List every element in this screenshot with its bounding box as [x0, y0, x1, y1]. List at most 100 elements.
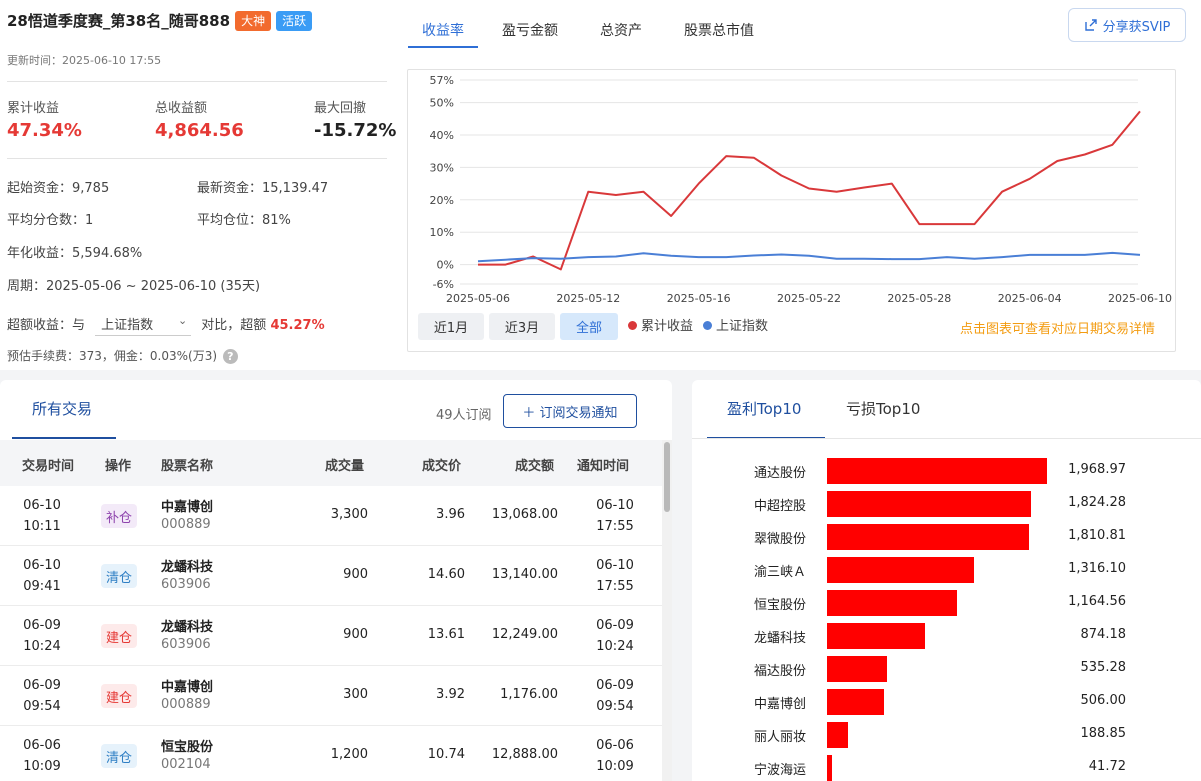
col-operation: 操作	[105, 459, 132, 474]
top10-row[interactable]: 渝三峡Ａ 1,316.10	[692, 557, 1201, 583]
stock-cell[interactable]: 龙蟠科技 603906	[161, 616, 213, 652]
legend-label: 累计收益	[641, 319, 694, 334]
table-scrollbar[interactable]	[662, 440, 672, 781]
table-row[interactable]: 06-06 10:09 清仓 恒宝股份 002104 1,200 10.74 12,888.0…	[0, 726, 662, 781]
trade-clock: 09:41	[23, 579, 61, 594]
notify-time: 06-10 17:55	[593, 555, 637, 597]
stock-cell[interactable]: 恒宝股份 002104	[161, 736, 213, 772]
volume: 1,200	[330, 747, 368, 762]
share-icon	[1084, 19, 1097, 31]
range-1m-button[interactable]: 近1月	[418, 313, 484, 340]
amount: 13,068.00	[491, 507, 558, 522]
scrollbar-thumb[interactable]	[664, 442, 670, 512]
top10-row[interactable]: 中嘉博创 506.00	[692, 689, 1201, 715]
tab-pnl-amount[interactable]: 盈亏金额	[488, 0, 572, 48]
table-row[interactable]: 06-10 10:11 补仓 中嘉博创 000889 3,300 3.96 13,068.00…	[0, 486, 662, 546]
operation-tag: 补仓	[101, 504, 137, 528]
notify-time: 06-06 10:09	[593, 735, 637, 777]
tab-all-trades[interactable]: 所有交易	[32, 398, 92, 419]
stock-cell[interactable]: 龙蟠科技 603906	[161, 556, 213, 592]
amount: 1,176.00	[500, 687, 558, 702]
annual-return: 年化收益：5,594.68%	[7, 246, 143, 261]
trade-date: 06-10	[23, 498, 61, 513]
stock-cell[interactable]: 中嘉博创 000889	[161, 496, 213, 532]
chart-frame[interactable]	[407, 69, 1176, 352]
price: 3.92	[436, 687, 465, 702]
top10-row[interactable]: 龙蟠科技 874.18	[692, 623, 1201, 649]
profit-bar	[827, 689, 884, 715]
bar-stock-name: 渝三峡Ａ	[753, 565, 806, 580]
trade-time: 06-09 09:54	[20, 675, 64, 717]
notify-clock: 17:55	[596, 579, 634, 594]
top10-row[interactable]: 通达股份 1,968.97	[692, 458, 1201, 484]
top10-row[interactable]: 恒宝股份 1,164.56	[692, 590, 1201, 616]
amount: 13,140.00	[491, 567, 558, 582]
subscribe-button[interactable]: ＋ 订阅交易通知	[503, 394, 637, 428]
trade-time: 06-06 10:09	[20, 735, 64, 777]
profit-bar	[827, 755, 832, 781]
table-row[interactable]: 06-09 09:54 建仓 中嘉博创 000889 300 3.92 1,176.00 06-…	[0, 666, 662, 726]
bar-stock-name: 恒宝股份	[753, 598, 806, 613]
top10-row[interactable]: 丽人丽妆 188.85	[692, 722, 1201, 748]
range-all-button[interactable]: 全部	[560, 313, 618, 340]
benchmark-select[interactable]: 上证指数 ⌄	[95, 312, 192, 336]
top10-row[interactable]: 宁波海运 41.72	[692, 755, 1201, 781]
profit-bar	[827, 590, 957, 616]
profit-bar	[827, 557, 974, 583]
excess-mid: 对比，超额	[201, 318, 267, 333]
stock-name: 中嘉博创	[161, 680, 214, 695]
col-price: 成交价	[422, 459, 462, 474]
bar-stock-name: 丽人丽妆	[753, 730, 806, 745]
tab-profit-top10[interactable]: 盈利Top10	[727, 398, 801, 419]
top10-row[interactable]: 中超控股 1,824.28	[692, 491, 1201, 517]
tab-total-assets[interactable]: 总资产	[586, 0, 656, 48]
tab-loss-top10[interactable]: 亏损Top10	[846, 398, 920, 419]
range-3m-button[interactable]: 近3月	[489, 313, 555, 340]
kpi-label: 累计收益	[7, 101, 60, 116]
badge-master: 大神	[235, 10, 272, 31]
top10-row[interactable]: 翠微股份 1,810.81	[692, 524, 1201, 550]
notify-date: 06-10	[596, 498, 634, 513]
trades-panel: 所有交易 49人订阅 ＋ 订阅交易通知 交易时间 操作 股票名称 成交量 成交价…	[0, 380, 672, 781]
bar-value: 1,316.10	[1068, 561, 1126, 576]
table-row[interactable]: 06-09 10:24 建仓 龙蟠科技 603906 900 13.61 12,249.00 0…	[0, 606, 662, 666]
stock-name: 龙蟠科技	[161, 560, 214, 575]
share-svip-button[interactable]: 分享获SVIP	[1068, 8, 1186, 42]
table-row[interactable]: 06-10 09:41 清仓 龙蟠科技 603906 900 14.60 13,140.00 0…	[0, 546, 662, 606]
legend-label: 上证指数	[716, 319, 769, 334]
trade-clock: 10:24	[23, 639, 61, 654]
help-icon[interactable]: ?	[222, 349, 238, 364]
legend-cumulative[interactable]: 累计收益	[628, 315, 693, 334]
title-row: 28悟道季度赛_第38名_随哥888 大神 活跃	[7, 10, 313, 31]
bar-stock-name: 中超控股	[753, 499, 806, 514]
divider	[7, 81, 387, 82]
profit-bar	[827, 524, 1029, 550]
stock-name: 龙蟠科技	[161, 620, 214, 635]
profit-bar	[827, 623, 925, 649]
top10-row[interactable]: 福达股份 535.28	[692, 656, 1201, 682]
avg-position: 平均仓位：81%	[197, 213, 291, 228]
profit-bar	[827, 491, 1031, 517]
fees: 预估手续费：373，佣金：0.03%(万3) ?	[7, 347, 238, 364]
price: 10.74	[427, 747, 465, 762]
update-time: 更新时间：2025-06-10 17:55	[7, 54, 162, 67]
stock-cell[interactable]: 中嘉博创 000889	[161, 676, 213, 712]
legend-index[interactable]: 上证指数	[703, 315, 768, 334]
profit-bar	[827, 722, 848, 748]
chevron-down-icon: ⌄	[177, 314, 188, 327]
col-trade-time: 交易时间	[22, 459, 75, 474]
kpi-label: 总收益额	[155, 101, 208, 116]
kpi-value: -15.72%	[314, 120, 397, 141]
stock-code: 603906	[161, 637, 211, 652]
tab-stock-value[interactable]: 股票总市值	[670, 0, 768, 48]
col-volume: 成交量	[325, 459, 365, 474]
bar-value: 188.85	[1080, 726, 1127, 741]
notify-date: 06-06	[596, 738, 634, 753]
kpi-value: 4,864.56	[155, 120, 244, 141]
legend-dot	[703, 321, 713, 330]
divider	[692, 438, 1201, 439]
price: 13.61	[427, 627, 465, 642]
bar-value: 1,810.81	[1068, 528, 1126, 543]
tab-return-rate[interactable]: 收益率	[408, 0, 478, 48]
bar-value: 41.72	[1088, 759, 1126, 774]
